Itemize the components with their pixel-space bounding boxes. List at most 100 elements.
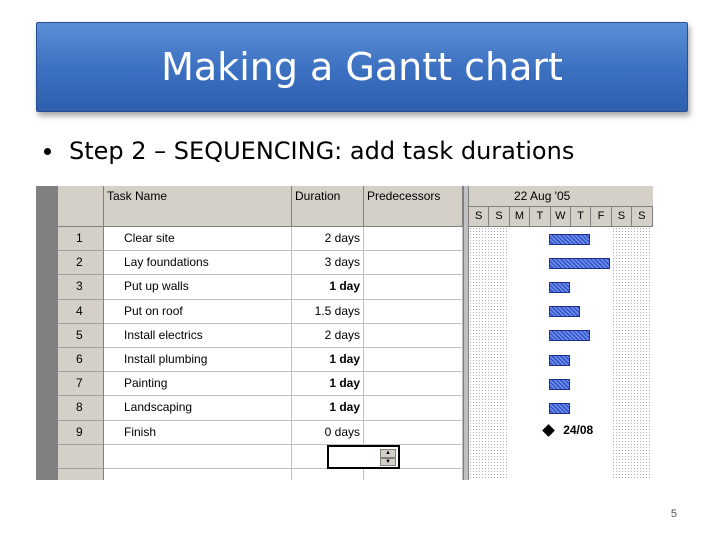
bullet-icon xyxy=(44,147,51,155)
duration-value: 2 days xyxy=(324,327,360,342)
row-id[interactable]: 4 xyxy=(58,299,104,324)
day-label: S xyxy=(632,207,653,226)
timescale-day-header: SSMTWTFSS xyxy=(469,207,653,227)
duration-value: 0 days xyxy=(324,424,360,439)
spinner-buttons: ▲ ▼ xyxy=(380,449,396,466)
duration-cell[interactable]: 1 day xyxy=(292,396,364,421)
row-id[interactable] xyxy=(58,468,104,480)
duration-value: 1 day xyxy=(329,376,360,391)
predecessors-cell[interactable] xyxy=(364,323,463,348)
task-name-cell[interactable]: Install electrics xyxy=(104,323,292,348)
day-label: S xyxy=(489,207,510,226)
table-row[interactable]: 3 Put up walls 1 day xyxy=(58,275,463,300)
task-name-cell[interactable]: Finish xyxy=(104,420,292,445)
day-label: T xyxy=(571,207,592,226)
duration-value: 1.5 days xyxy=(314,303,360,318)
duration-cell[interactable]: 1.5 days xyxy=(292,299,364,324)
task-name-cell[interactable]: Landscaping xyxy=(104,396,292,421)
duration-cell[interactable]: 1 day xyxy=(292,275,364,300)
task-name-cell[interactable]: Painting xyxy=(104,372,292,397)
row-id[interactable]: 9 xyxy=(58,420,104,445)
row-id[interactable] xyxy=(58,444,104,469)
task-table: Task Name Duration Predecessors 1 Clear s… xyxy=(36,186,463,480)
duration-cell[interactable]: 3 days xyxy=(292,251,364,276)
task-name-cell[interactable]: Install plumbing xyxy=(104,347,292,373)
predecessors-cell[interactable] xyxy=(364,227,463,252)
predecessors-cell[interactable] xyxy=(364,275,463,300)
task-name-cell[interactable]: Put up walls xyxy=(104,275,292,300)
task-name-cell[interactable]: Lay foundations xyxy=(104,251,292,276)
predecessors-cell[interactable] xyxy=(364,347,463,373)
page-number: 5 xyxy=(670,508,677,520)
predecessors-cell[interactable] xyxy=(364,468,463,480)
column-header-duration[interactable]: Duration xyxy=(292,186,364,226)
row-id[interactable]: 2 xyxy=(58,251,104,276)
day-label: F xyxy=(591,207,612,226)
week-label: 22 Aug '05 xyxy=(514,189,571,203)
table-row[interactable]: 8 Landscaping 1 day xyxy=(58,396,463,421)
row-id[interactable]: 6 xyxy=(58,347,104,373)
spin-down-button[interactable]: ▼ xyxy=(380,457,396,466)
duration-cell[interactable]: 1 day xyxy=(292,372,364,397)
table-row[interactable]: 2 Lay foundations 3 days xyxy=(58,251,463,276)
table-row[interactable] xyxy=(58,444,463,469)
table-header: Task Name Duration Predecessors xyxy=(58,186,463,227)
row-id[interactable]: 7 xyxy=(58,372,104,397)
duration-value: 1 day xyxy=(329,351,360,366)
task-bar[interactable] xyxy=(549,354,570,366)
column-header-task-name[interactable]: Task Name xyxy=(104,186,292,226)
duration-value: 1 day xyxy=(329,400,360,415)
predecessors-cell[interactable] xyxy=(364,299,463,324)
weekend-shading xyxy=(469,227,509,480)
table-row[interactable]: 6 Install plumbing 1 day xyxy=(58,347,463,373)
task-bar[interactable] xyxy=(549,257,611,269)
task-bar[interactable] xyxy=(549,306,580,318)
predecessors-cell[interactable] xyxy=(364,251,463,276)
weekend-shading xyxy=(612,227,652,480)
duration-cell[interactable]: 1 day xyxy=(292,347,364,373)
day-label: S xyxy=(612,207,633,226)
row-id[interactable]: 5 xyxy=(58,323,104,348)
bullet-text: Step 2 – SEQUENCING: add task durations xyxy=(69,137,575,165)
task-name-cell[interactable]: Put on roof xyxy=(104,299,292,324)
task-bar[interactable] xyxy=(549,330,590,342)
table-row[interactable] xyxy=(58,468,463,480)
day-label: S xyxy=(469,207,490,226)
timescale-week-header: 22 Aug '05 xyxy=(469,186,653,207)
row-id[interactable]: 1 xyxy=(58,227,104,252)
row-id[interactable]: 3 xyxy=(58,275,104,300)
duration-cell[interactable]: 2 days xyxy=(292,227,364,252)
task-bar[interactable] xyxy=(549,378,570,390)
spin-up-button[interactable]: ▲ xyxy=(380,449,396,458)
task-bar[interactable] xyxy=(549,281,570,293)
table-row[interactable]: 5 Install electrics 2 days xyxy=(58,323,463,348)
milestone-diamond-icon[interactable] xyxy=(542,424,556,437)
table-row[interactable]: 9 Finish 0 days xyxy=(58,420,463,445)
predecessors-cell[interactable] xyxy=(364,420,463,445)
task-name-cell[interactable] xyxy=(104,444,292,469)
column-header-predecessors[interactable]: Predecessors xyxy=(364,186,463,226)
task-bar[interactable] xyxy=(549,233,590,245)
table-row[interactable]: 1 Clear site 2 days xyxy=(58,227,463,252)
day-label: W xyxy=(551,207,571,226)
duration-edit-spinner[interactable]: ▲ ▼ xyxy=(327,445,400,469)
project-window: Task Name Duration Predecessors 1 Clear s… xyxy=(36,186,653,480)
table-row[interactable]: 4 Put on roof 1.5 days xyxy=(58,299,463,324)
duration-cell[interactable]: 2 days xyxy=(292,323,364,348)
task-bar[interactable] xyxy=(549,402,570,414)
predecessors-cell[interactable] xyxy=(364,372,463,397)
row-selector-strip xyxy=(36,186,58,480)
row-id[interactable]: 8 xyxy=(58,396,104,421)
table-row[interactable]: 7 Painting 1 day xyxy=(58,372,463,397)
task-name-cell[interactable] xyxy=(104,468,292,480)
title-banner: Making a Gantt chart xyxy=(36,22,688,112)
task-name-cell[interactable]: Clear site xyxy=(104,227,292,252)
column-header-id[interactable] xyxy=(58,186,104,226)
predecessors-cell[interactable] xyxy=(364,396,463,421)
duration-cell[interactable] xyxy=(292,468,364,480)
duration-cell[interactable]: 0 days xyxy=(292,420,364,445)
duration-value: 3 days xyxy=(324,255,360,270)
day-label: M xyxy=(510,207,531,226)
milestone-label: 24/08 xyxy=(563,423,594,438)
slide-title: Making a Gantt chart xyxy=(161,45,563,89)
